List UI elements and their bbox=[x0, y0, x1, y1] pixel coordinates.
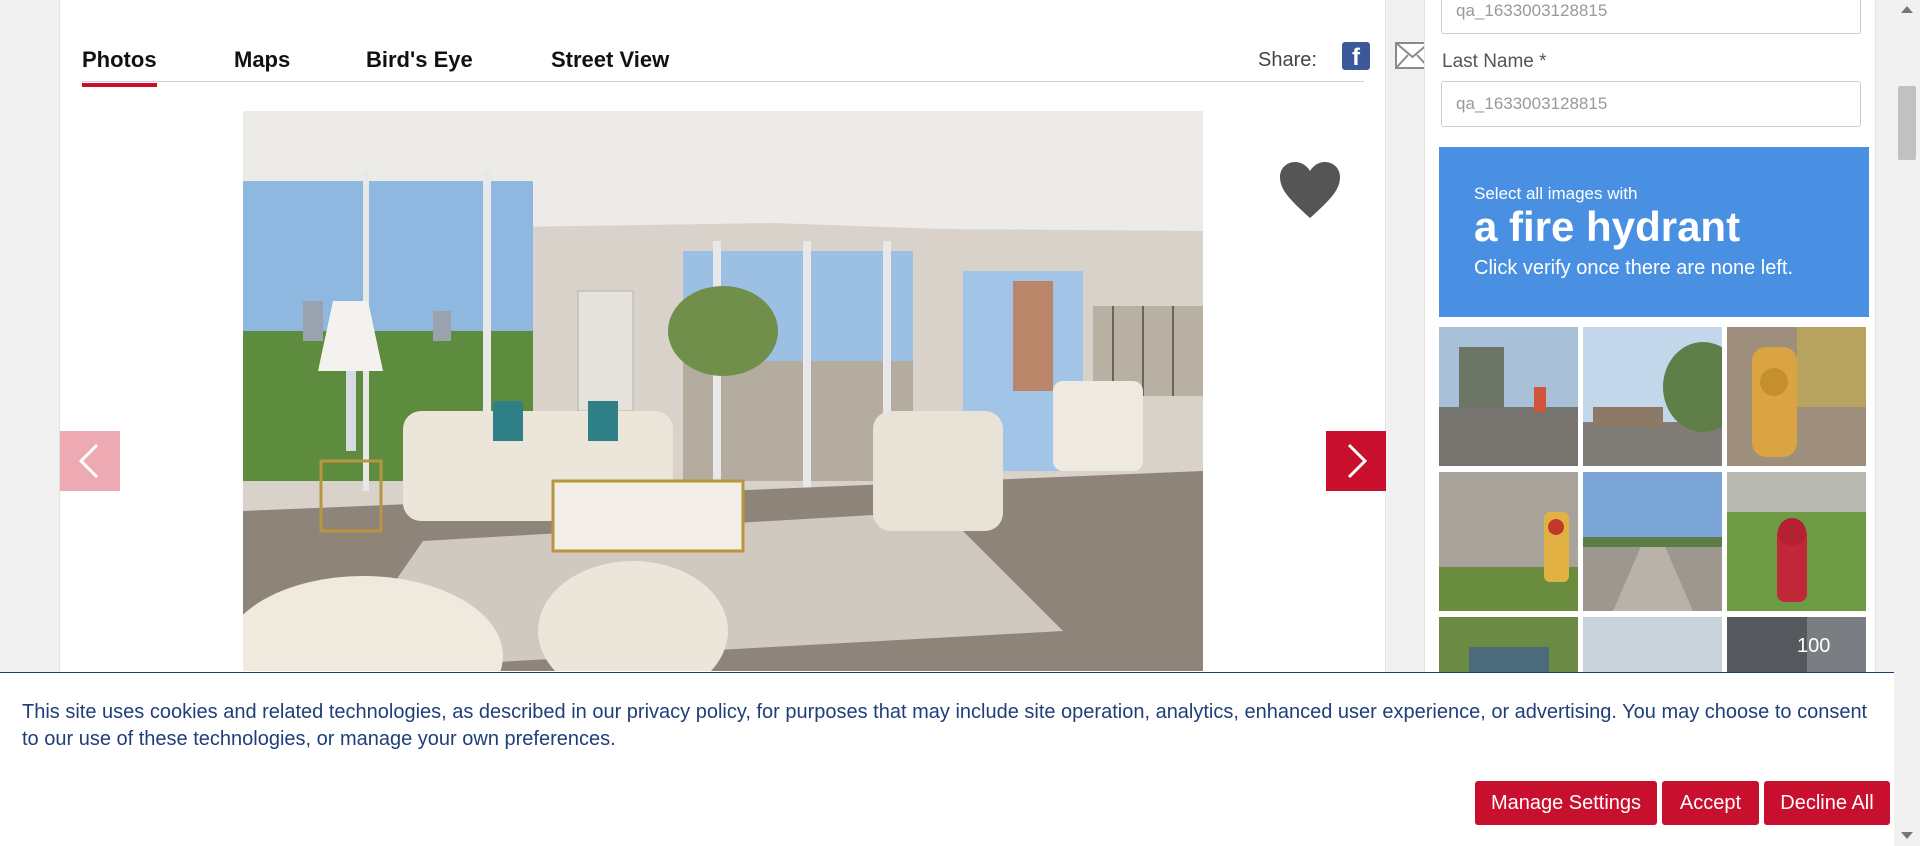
scrollbar-thumb[interactable] bbox=[1898, 86, 1916, 160]
next-photo-button[interactable] bbox=[1326, 431, 1386, 491]
captcha-challenge: Select all images with a fire hydrant Cl… bbox=[1439, 147, 1869, 756]
captcha-subtext: Click verify once there are none left. bbox=[1474, 257, 1794, 279]
chevron-left-icon bbox=[78, 443, 99, 479]
manage-settings-button[interactable]: Manage Settings bbox=[1475, 781, 1657, 825]
first-name-field[interactable]: qa_1633003128815 bbox=[1441, 0, 1861, 34]
captcha-tile[interactable] bbox=[1727, 327, 1866, 466]
facebook-icon[interactable]: f bbox=[1342, 42, 1370, 71]
captcha-tile[interactable] bbox=[1727, 472, 1866, 611]
captcha-target: a fire hydrant bbox=[1474, 203, 1741, 250]
tab-maps[interactable]: Maps bbox=[234, 47, 290, 83]
tab-photos[interactable]: Photos bbox=[82, 47, 157, 87]
heart-icon[interactable] bbox=[1278, 160, 1342, 220]
listing-photo[interactable] bbox=[243, 111, 1203, 671]
previous-photo-button[interactable] bbox=[60, 431, 120, 491]
captcha-tile[interactable] bbox=[1439, 327, 1578, 466]
captcha-tile[interactable] bbox=[1583, 472, 1722, 611]
captcha-tile[interactable] bbox=[1439, 472, 1578, 611]
scroll-up-icon[interactable] bbox=[1901, 6, 1913, 13]
page-scrollbar[interactable] bbox=[1894, 0, 1920, 846]
captcha-tile-label: 100 bbox=[1797, 635, 1831, 657]
share-label: Share: bbox=[1258, 49, 1317, 71]
cookie-consent-banner: This site uses cookies and related techn… bbox=[0, 672, 1894, 846]
scroll-down-icon[interactable] bbox=[1901, 832, 1913, 839]
accept-button[interactable]: Accept bbox=[1662, 781, 1759, 825]
last-name-field[interactable]: qa_1633003128815 bbox=[1441, 81, 1861, 127]
captcha-instruction: Select all images with bbox=[1474, 184, 1638, 203]
captcha-header: Select all images with a fire hydrant Cl… bbox=[1439, 147, 1869, 317]
last-name-label: Last Name * bbox=[1442, 51, 1547, 72]
media-tabs: Photos Maps Bird's Eye Street View Share… bbox=[82, 0, 1430, 87]
captcha-tile[interactable] bbox=[1583, 327, 1722, 466]
chevron-right-icon bbox=[1347, 443, 1368, 479]
tab-birds-eye[interactable]: Bird's Eye bbox=[366, 47, 473, 83]
tab-street-view[interactable]: Street View bbox=[551, 47, 669, 83]
decline-all-button[interactable]: Decline All bbox=[1764, 781, 1890, 825]
cookie-consent-text: This site uses cookies and related techn… bbox=[22, 701, 1868, 750]
